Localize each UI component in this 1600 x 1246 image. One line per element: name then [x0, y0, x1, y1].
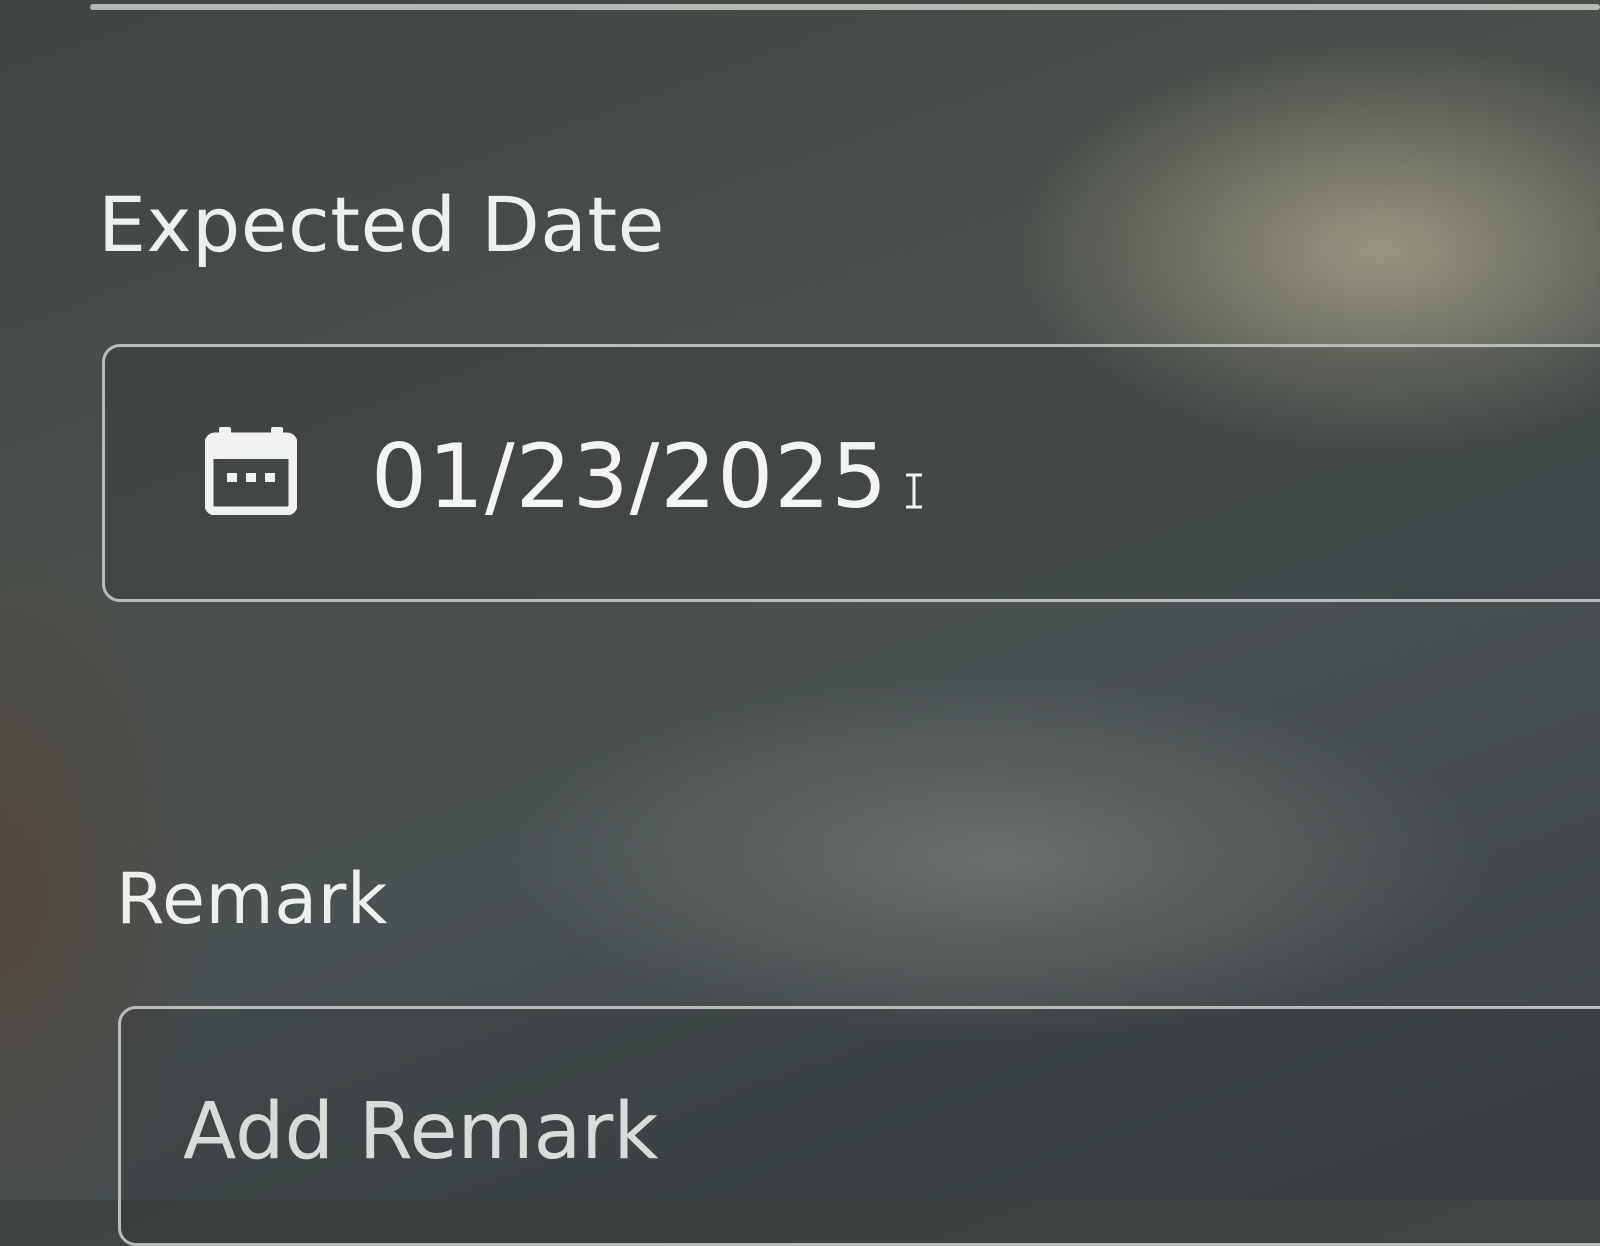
remark-field[interactable]: Add Remark [118, 1006, 1600, 1246]
remark-placeholder[interactable]: Add Remark [183, 1087, 659, 1177]
expected-date-field[interactable]: 01/23/2025 [102, 344, 1600, 602]
text-cursor-icon [903, 473, 925, 509]
calendar-icon[interactable] [204, 427, 298, 516]
expected-date-label: Expected Date [98, 180, 665, 269]
expected-date-value[interactable]: 01/23/2025 [371, 425, 888, 528]
remark-label: Remark [116, 858, 388, 940]
top-divider [90, 4, 1600, 10]
